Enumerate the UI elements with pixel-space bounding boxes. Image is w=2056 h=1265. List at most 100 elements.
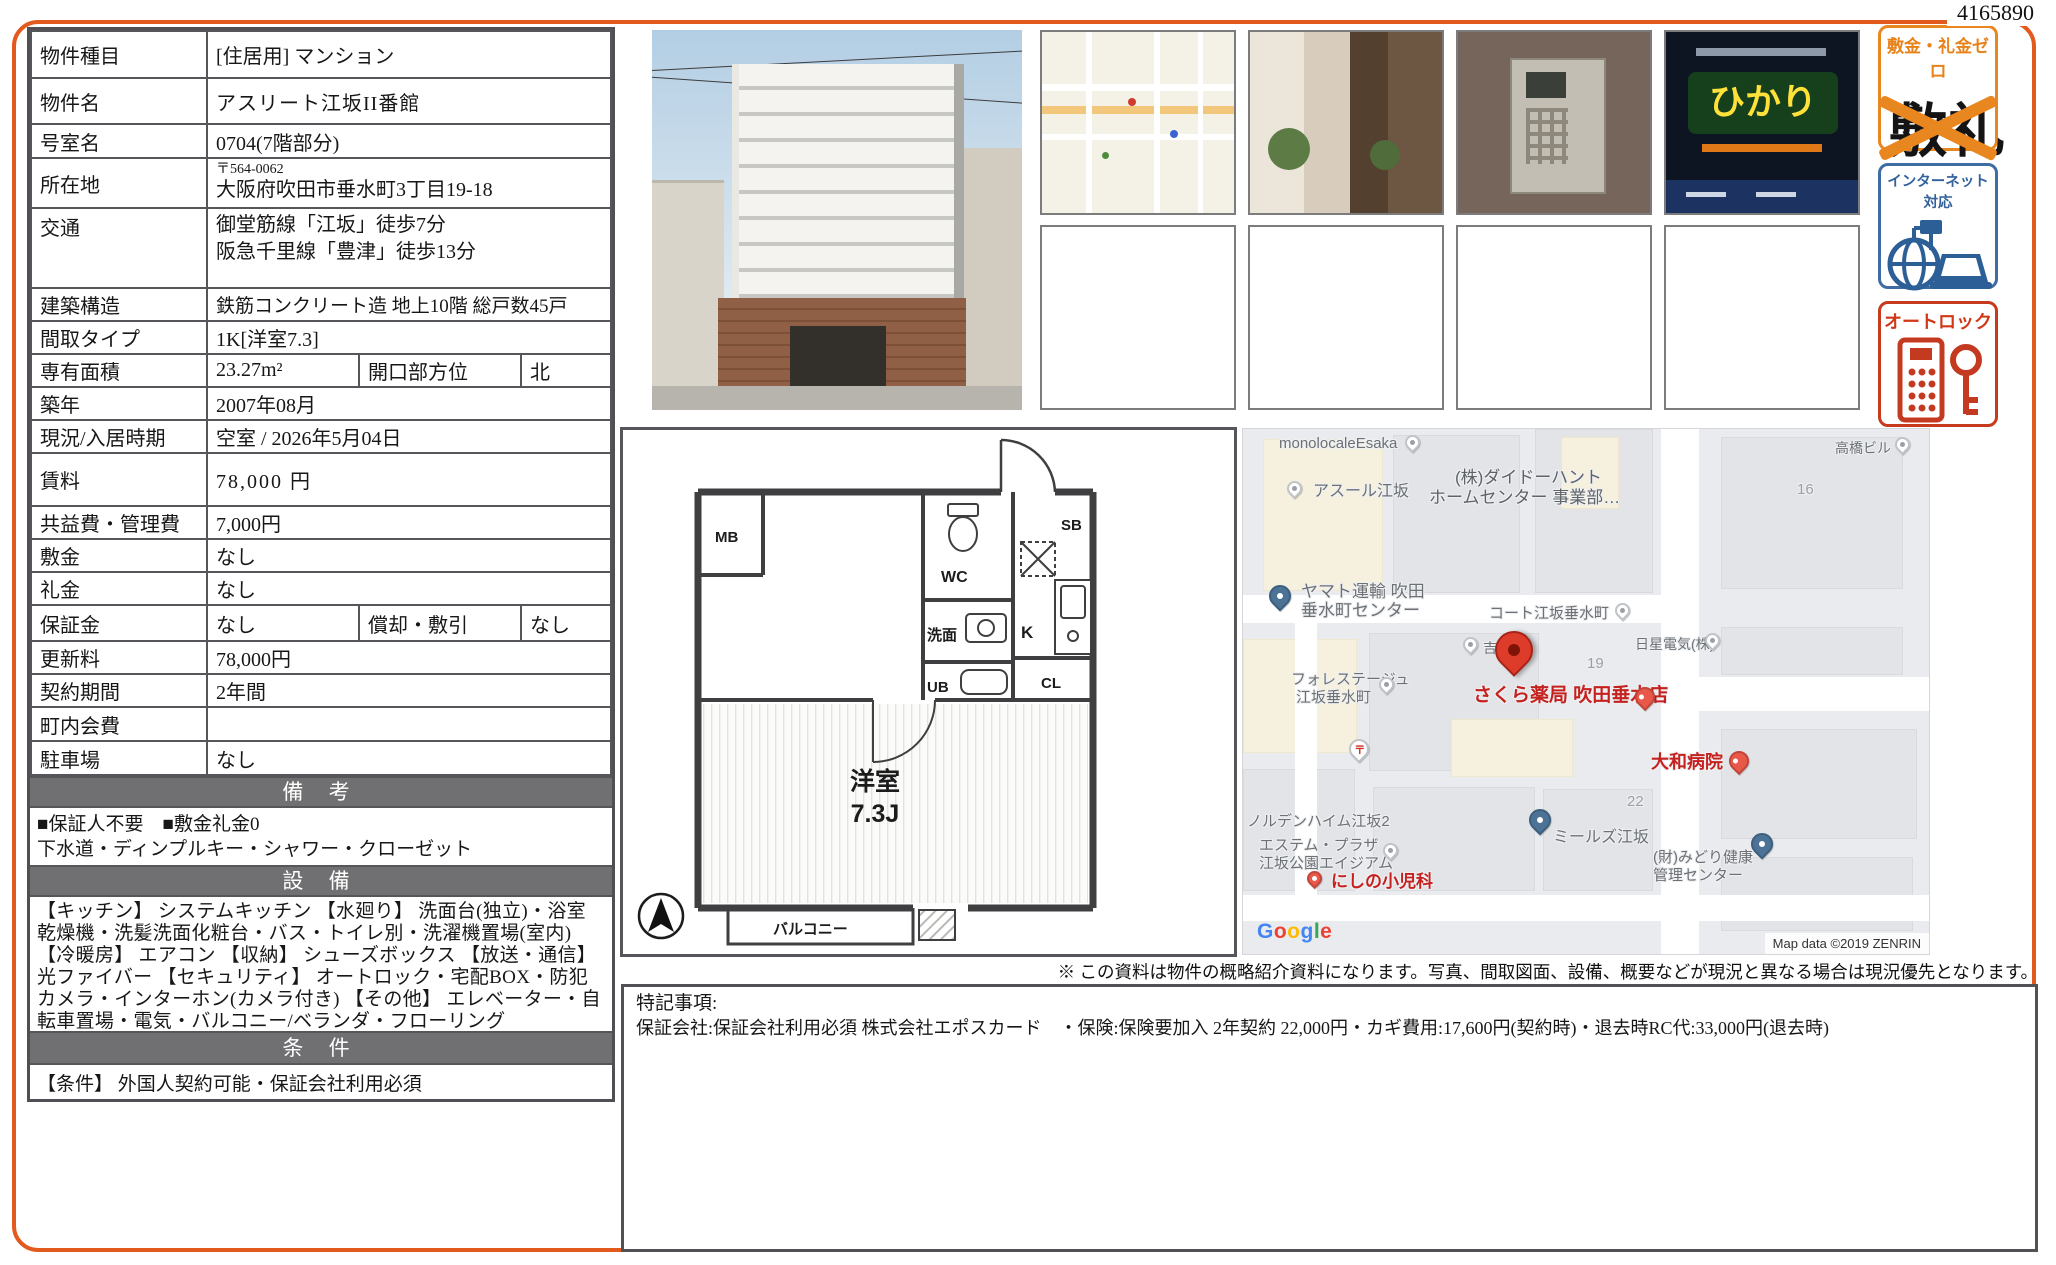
label-room: 洋室 — [850, 767, 900, 796]
postal-code: 〒564-0062 — [216, 162, 602, 178]
label-structure: 建築構造 — [31, 288, 207, 321]
map-dot — [1170, 130, 1178, 138]
photo-area-map-thumbnail — [1040, 30, 1236, 215]
value-built-year: 2007年08月 — [207, 387, 611, 420]
special-notes-title: 特記事項: — [636, 992, 2023, 1016]
value-address: 〒564-0062 大阪府吹田市垂水町3丁目19-18 — [207, 158, 611, 208]
value-facing: 北 — [521, 354, 611, 387]
map-road — [1042, 106, 1234, 114]
row-contract-term: 契約期間 2年間 — [31, 674, 611, 707]
row-rent: 賃料 78,000 円 — [31, 453, 611, 506]
remarks-box: ■保証人不要 ■敷金礼金0 下水道・ディンプルキー・シャワー・クローゼット — [30, 808, 612, 865]
conditions-box: 【条件】 外国人契約可能・保証会社利用必須 — [30, 1065, 612, 1099]
photo-hikari-sign: ひかり — [1664, 30, 1860, 215]
label-town-fee: 町内会費 — [31, 707, 207, 741]
map-label: 管理センター — [1653, 867, 1743, 885]
map-road — [1198, 32, 1203, 213]
bathtub-icon — [961, 670, 1007, 694]
badge-internet-ready: インターネット対応 — [1878, 163, 1998, 289]
value-access: 御堂筋線「江坂」徒歩7分 阪急千里線「豊津」徒歩13分 — [207, 208, 611, 288]
remarks-header: 備 考 — [30, 776, 612, 808]
label-built-year: 築年 — [31, 387, 207, 420]
map-dot — [1102, 152, 1109, 159]
map-label: フォレステージュ — [1291, 671, 1371, 689]
intercom-panel — [1510, 58, 1606, 194]
map-attribution: Map data ©2019 ZENRIN — [1765, 933, 1929, 954]
value-renewal-fee: 78,000円 — [207, 641, 611, 674]
value-layout: 1K[洋室7.3] — [207, 321, 611, 354]
map-label: 日星電気(株) — [1635, 635, 1714, 653]
neighbor-building — [652, 180, 724, 410]
row-property-type: 物件種目 [住居用] マンション — [31, 31, 611, 78]
map-label: コート江坂垂水町 — [1489, 605, 1609, 623]
sign-text-bar — [1696, 48, 1826, 56]
map-block — [1721, 627, 1903, 675]
autolock-key-icon — [1884, 334, 1992, 428]
map-dot — [1128, 98, 1136, 106]
value-deposit: なし — [207, 539, 611, 572]
sign-phone-bar — [1702, 144, 1822, 152]
row-access: 交通 御堂筋線「江坂」徒歩7分 阪急千里線「豊津」徒歩13分 — [31, 208, 611, 288]
value-guarantee: なし — [207, 605, 359, 641]
row-renewal-fee: 更新料 78,000円 — [31, 641, 611, 674]
label-room-number: 号室名 — [31, 124, 207, 158]
map-block — [1393, 435, 1520, 593]
map-label: monolocaleEsaka — [1279, 435, 1397, 453]
access-line-2: 阪急千里線「豊津」徒歩13分 — [216, 239, 602, 266]
row-room-number: 号室名 0704(7階部分) — [31, 124, 611, 158]
map-label: (株)ダイドーハント — [1455, 469, 1602, 487]
map-label: ノルデンハイム江坂2 — [1247, 813, 1390, 831]
equipment-header: 設 備 — [30, 865, 612, 897]
access-line-1: 御堂筋線「江坂」徒歩7分 — [216, 212, 602, 239]
label-management-fee: 共益費・管理費 — [31, 506, 207, 539]
row-key-money: 礼金 なし — [31, 572, 611, 605]
map-label: (財)みどり健康 — [1653, 849, 1753, 867]
label-access: 交通 — [31, 208, 207, 288]
hatch-panel — [919, 910, 955, 940]
photo-placeholder-empty — [1040, 225, 1236, 410]
label-layout: 間取タイプ — [31, 321, 207, 354]
sign-dash — [1686, 192, 1726, 197]
google-letter: o — [1287, 920, 1300, 943]
label-mb: MB — [715, 529, 738, 546]
label-kitchen: K — [1021, 623, 1034, 642]
row-status: 現況/入居時期 空室 / 2026年5月04日 — [31, 420, 611, 453]
map-label: アスール江坂 — [1313, 483, 1409, 501]
label-facing: 開口部方位 — [359, 354, 521, 387]
label-wc: WC — [941, 569, 968, 586]
label-rent: 賃料 — [31, 453, 207, 506]
crossed-out-deposit-icon: 敷 礼 — [1881, 82, 1995, 168]
value-property-type: [住居用] マンション — [207, 31, 611, 78]
address-text: 大阪府吹田市垂水町3丁目19-18 — [216, 178, 602, 202]
value-parking: なし — [207, 741, 611, 775]
photo-intercom-panel — [1456, 30, 1652, 215]
value-amortization: なし — [521, 605, 611, 641]
row-layout: 間取タイプ 1K[洋室7.3] — [31, 321, 611, 354]
row-parking: 駐車場 なし — [31, 741, 611, 775]
hikari-logo: ひかり — [1688, 72, 1838, 134]
google-letter: e — [1320, 920, 1332, 943]
label-closet: CL — [1041, 675, 1061, 692]
label-property-type: 物件種目 — [31, 31, 207, 78]
photo-lobby — [1248, 30, 1444, 215]
intercom-screen — [1526, 72, 1566, 98]
map-label: ヤマト運輸 吹田 — [1301, 583, 1425, 601]
google-letter: o — [1274, 920, 1287, 943]
row-deposit: 敷金 なし — [31, 539, 611, 572]
row-address: 所在地 〒564-0062 大阪府吹田市垂水町3丁目19-18 — [31, 158, 611, 208]
row-guarantee: 保証金 なし 償却・敷引 なし — [31, 605, 611, 641]
keymoney-kanji: 礼 — [1947, 84, 2005, 168]
value-management-fee: 7,000円 — [207, 506, 611, 539]
photo-placeholder-empty — [1248, 225, 1444, 410]
label-contract-term: 契約期間 — [31, 674, 207, 707]
row-management-fee: 共益費・管理費 7,000円 — [31, 506, 611, 539]
google-letter: G — [1257, 920, 1274, 943]
map-block — [1721, 437, 1903, 589]
street — [652, 386, 1022, 410]
badge-zero-deposit: 敷金・礼金ゼロ 敷 礼 — [1878, 25, 1998, 151]
label-wash: 洗面 — [927, 626, 957, 644]
label-renewal-fee: 更新料 — [31, 641, 207, 674]
map-road-horizontal — [1243, 895, 1930, 921]
intercom-keypad — [1526, 108, 1568, 164]
map-label: 垂水町センター — [1301, 602, 1420, 620]
